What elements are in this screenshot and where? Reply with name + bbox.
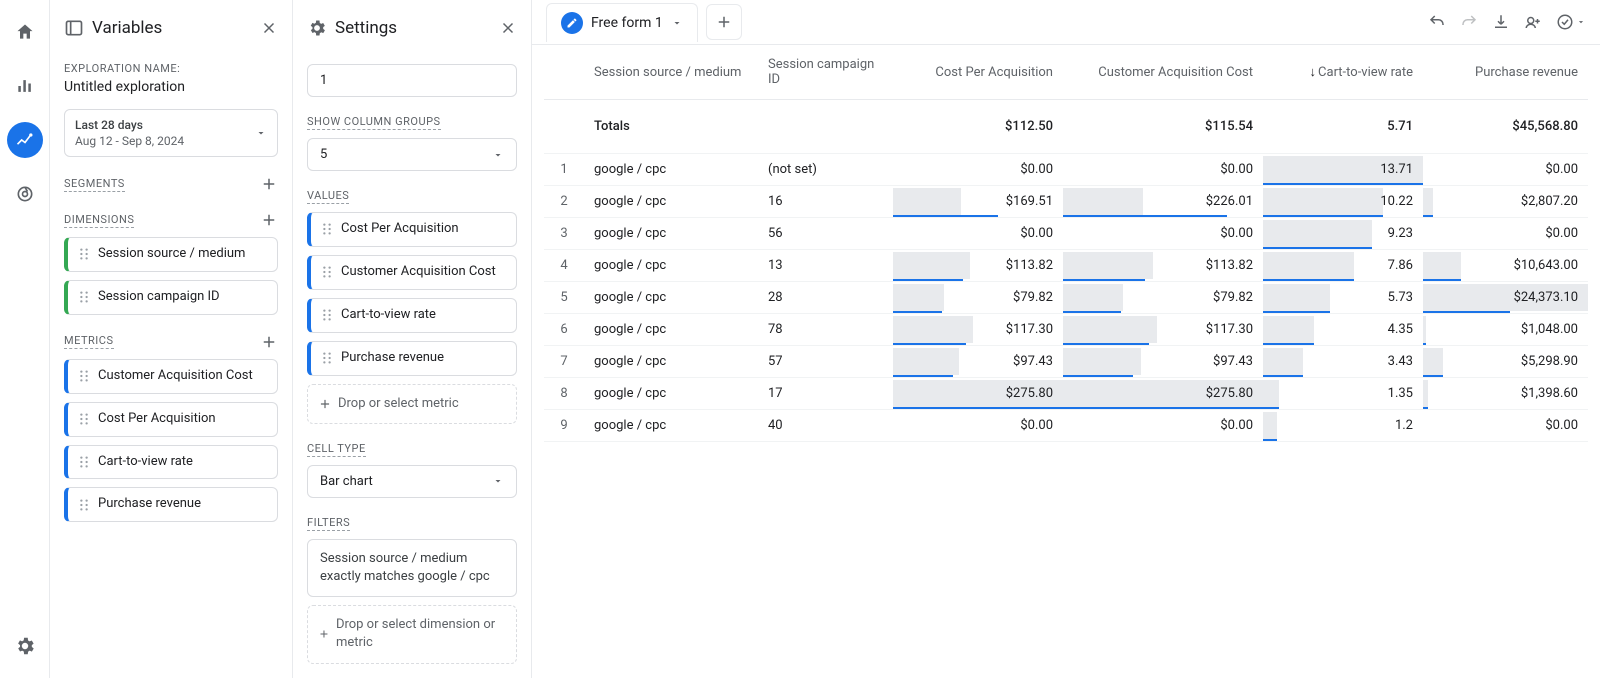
col-campaign-id[interactable]: Session campaign ID: [758, 45, 893, 100]
data-table: Session source / medium Session campaign…: [544, 45, 1588, 442]
reports-icon[interactable]: [7, 68, 43, 104]
chip-label: Session source / medium: [98, 246, 245, 263]
metric-chip[interactable]: Cost Per Acquisition: [64, 402, 278, 437]
chip-label: Customer Acquisition Cost: [341, 264, 496, 281]
drag-handle-icon[interactable]: [78, 498, 90, 512]
settings-panel: Settings 1 SHOW COLUMN GROUPS 5 VALUES C…: [293, 0, 532, 678]
table-row[interactable]: 7 google / cpc 57 $97.43 $97.43 3.43 $5,…: [544, 346, 1588, 378]
table-row[interactable]: 8 google / cpc 17 $275.80 $275.80 1.35 $…: [544, 378, 1588, 410]
totals-row: Totals $112.50 $115.54 5.71 $45,568.80: [544, 100, 1588, 154]
drop-filter-target[interactable]: Drop or select dimension or metric: [307, 605, 517, 663]
drag-handle-icon[interactable]: [78, 412, 90, 426]
drag-handle-icon[interactable]: [78, 290, 90, 304]
table-row[interactable]: 1 google / cpc (not set) $0.00 $0.00 13.…: [544, 154, 1588, 186]
filter-chip[interactable]: Session source / medium exactly matches …: [307, 539, 517, 597]
chevron-down-icon: [492, 149, 504, 161]
gear-icon: [307, 18, 327, 38]
table-row[interactable]: 6 google / cpc 78 $117.30 $117.30 4.35 $…: [544, 314, 1588, 346]
add-segment-button[interactable]: [260, 175, 278, 193]
nav-rail: [0, 0, 50, 678]
insights-icon[interactable]: [1556, 13, 1586, 31]
admin-gear-icon[interactable]: [7, 628, 43, 664]
chip-label: Cart-to-view rate: [341, 307, 436, 324]
table-row[interactable]: 4 google / cpc 13 $113.82 $113.82 7.86 $…: [544, 250, 1588, 282]
table-row[interactable]: 3 google / cpc 56 $0.00 $0.00 9.23 $0.00: [544, 218, 1588, 250]
start-row-input[interactable]: 1: [307, 64, 517, 97]
cell-type-select[interactable]: Bar chart: [307, 465, 517, 498]
dimensions-label: DIMENSIONS: [64, 213, 134, 228]
redo-icon[interactable]: [1460, 13, 1478, 31]
chip-label: Customer Acquisition Cost: [98, 368, 253, 385]
drag-handle-icon[interactable]: [321, 351, 333, 365]
advertising-icon[interactable]: [7, 176, 43, 212]
chevron-down-icon: [255, 127, 267, 139]
metric-chip[interactable]: Customer Acquisition Cost: [64, 359, 278, 394]
table-row[interactable]: 9 google / cpc 40 $0.00 $0.00 1.2 $0.00: [544, 410, 1588, 442]
drag-handle-icon[interactable]: [321, 308, 333, 322]
chip-label: Purchase revenue: [98, 496, 201, 513]
col-cart-to-view[interactable]: Cart-to-view rate: [1263, 45, 1423, 100]
show-column-groups-select[interactable]: 5: [307, 138, 517, 171]
variables-panel: Variables EXPLORATION NAME: Untitled exp…: [50, 0, 293, 678]
add-metric-button[interactable]: [260, 333, 278, 351]
share-icon[interactable]: [1524, 13, 1542, 31]
dimension-chip[interactable]: Session source / medium: [64, 237, 278, 272]
variables-title: Variables: [64, 18, 162, 38]
col-cpa[interactable]: Cost Per Acquisition: [893, 45, 1063, 100]
download-icon[interactable]: [1492, 13, 1510, 31]
filters-label: FILTERS: [307, 516, 350, 531]
chip-label: Cost Per Acquisition: [98, 411, 216, 428]
chevron-down-icon: [492, 475, 504, 487]
cell-type-label: CELL TYPE: [307, 442, 366, 457]
explore-icon[interactable]: [7, 122, 43, 158]
add-dimension-button[interactable]: [260, 211, 278, 229]
date-range-picker[interactable]: Last 28 days Aug 12 - Sep 8, 2024: [64, 109, 278, 157]
values-label: VALUES: [307, 189, 349, 204]
chip-label: Purchase revenue: [341, 350, 444, 367]
chip-label: Cost Per Acquisition: [341, 221, 459, 238]
segments-label: SEGMENTS: [64, 177, 125, 192]
tab-free-form-1[interactable]: Free form 1: [546, 3, 698, 42]
home-icon[interactable]: [7, 14, 43, 50]
value-chip[interactable]: Customer Acquisition Cost: [307, 255, 517, 290]
close-icon[interactable]: [499, 19, 517, 37]
col-revenue[interactable]: Purchase revenue: [1423, 45, 1588, 100]
drag-handle-icon[interactable]: [78, 455, 90, 469]
value-chip[interactable]: Cart-to-view rate: [307, 298, 517, 333]
exploration-canvas: Free form 1 Session source / medium Sess…: [532, 0, 1600, 678]
settings-title: Settings: [307, 18, 397, 38]
tab-bar: Free form 1: [532, 0, 1600, 45]
pencil-icon: [561, 12, 583, 34]
drag-handle-icon[interactable]: [78, 369, 90, 383]
drag-handle-icon[interactable]: [78, 247, 90, 261]
drag-handle-icon[interactable]: [321, 222, 333, 236]
col-source-medium[interactable]: Session source / medium: [584, 45, 758, 100]
value-chip[interactable]: Cost Per Acquisition: [307, 212, 517, 247]
metrics-label: METRICS: [64, 334, 114, 349]
chevron-down-icon[interactable]: [671, 17, 683, 29]
add-tab-button[interactable]: [706, 4, 742, 40]
chip-label: Cart-to-view rate: [98, 454, 193, 471]
chip-label: Session campaign ID: [98, 289, 220, 306]
value-chip[interactable]: Purchase revenue: [307, 341, 517, 376]
exploration-name-label: EXPLORATION NAME:: [64, 62, 278, 75]
table-row[interactable]: 2 google / cpc 16 $169.51 $226.01 10.22 …: [544, 186, 1588, 218]
variables-icon: [64, 18, 84, 38]
drop-metric-target[interactable]: Drop or select metric: [307, 384, 517, 424]
undo-icon[interactable]: [1428, 13, 1446, 31]
drag-handle-icon[interactable]: [321, 265, 333, 279]
dimension-chip[interactable]: Session campaign ID: [64, 280, 278, 315]
exploration-name-value[interactable]: Untitled exploration: [64, 79, 278, 95]
show-column-groups-label: SHOW COLUMN GROUPS: [307, 115, 441, 130]
metric-chip[interactable]: Cart-to-view rate: [64, 445, 278, 480]
metric-chip[interactable]: Purchase revenue: [64, 487, 278, 522]
col-cac[interactable]: Customer Acquisition Cost: [1063, 45, 1263, 100]
close-icon[interactable]: [260, 19, 278, 37]
table-row[interactable]: 5 google / cpc 28 $79.82 $79.82 5.73 $24…: [544, 282, 1588, 314]
